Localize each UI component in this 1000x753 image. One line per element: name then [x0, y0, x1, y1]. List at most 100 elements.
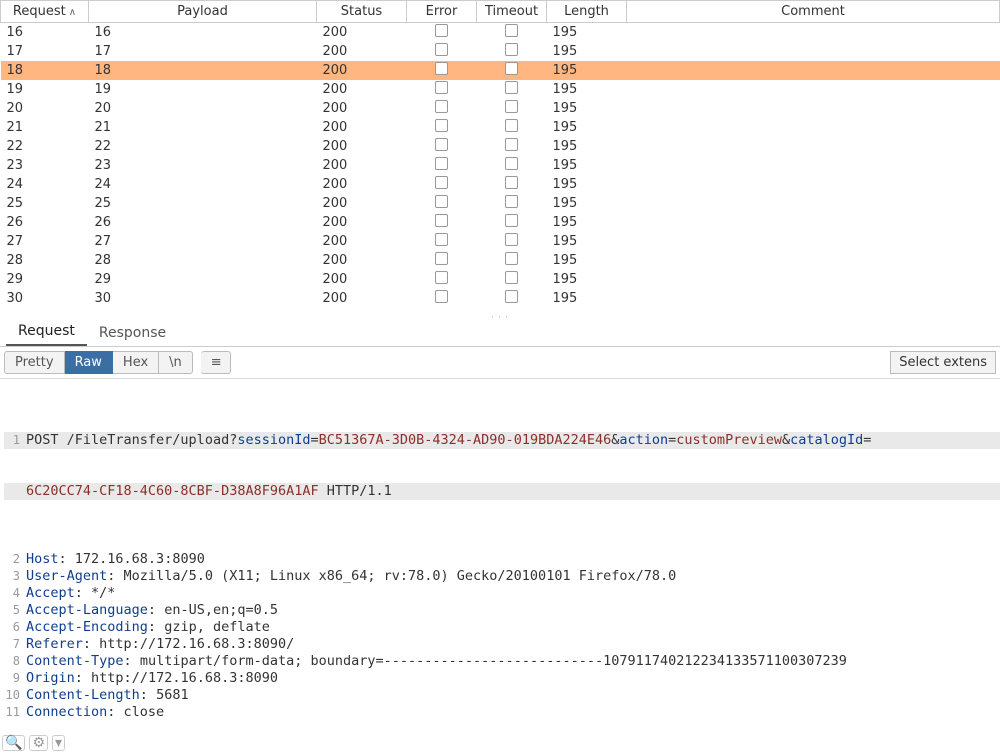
cell-timeout	[477, 270, 547, 289]
cell-request: 19	[1, 80, 89, 99]
checkbox-icon	[435, 176, 448, 189]
checkbox-icon	[505, 271, 518, 284]
cell-comment[interactable]	[627, 99, 1000, 118]
col-header-payload[interactable]: Payload	[89, 1, 317, 23]
cell-comment[interactable]	[627, 232, 1000, 251]
checkbox-icon	[435, 157, 448, 170]
chevron-icon[interactable]: ▾	[52, 735, 65, 751]
cell-status: 200	[317, 289, 407, 308]
http-header-name: Referer	[26, 636, 83, 652]
view-mode-newlines[interactable]: \n	[159, 351, 193, 374]
cell-status: 200	[317, 137, 407, 156]
cell-length: 195	[547, 213, 627, 232]
cell-error	[407, 270, 477, 289]
cell-status: 200	[317, 80, 407, 99]
table-row[interactable]: 1919200195	[1, 80, 1000, 99]
http-header-name: Accept-Encoding	[26, 619, 148, 635]
http-header-value: http://172.16.68.3:8090/	[91, 636, 294, 652]
col-header-error[interactable]: Error	[407, 1, 477, 23]
cell-status: 200	[317, 99, 407, 118]
cell-timeout	[477, 61, 547, 80]
http-header-name: Accept-Language	[26, 602, 148, 618]
cell-status: 200	[317, 194, 407, 213]
cell-status: 200	[317, 175, 407, 194]
checkbox-icon	[435, 62, 448, 75]
table-row[interactable]: 2121200195	[1, 118, 1000, 137]
cell-status: 200	[317, 61, 407, 80]
cell-timeout	[477, 80, 547, 99]
checkbox-icon	[505, 157, 518, 170]
gear-icon[interactable]: ⚙	[29, 735, 48, 751]
cell-error	[407, 137, 477, 156]
cell-length: 195	[547, 61, 627, 80]
table-row[interactable]: 2424200195	[1, 175, 1000, 194]
col-header-status[interactable]: Status	[317, 1, 407, 23]
col-header-request[interactable]: Request∧	[1, 1, 89, 23]
view-options-menu[interactable]: ≡	[201, 351, 231, 374]
cell-error	[407, 156, 477, 175]
cell-payload: 20	[89, 99, 317, 118]
table-header-row: Request∧ Payload Status Error Timeout Le…	[1, 1, 1000, 23]
cell-comment[interactable]	[627, 137, 1000, 156]
search-icon[interactable]: 🔍	[2, 735, 25, 751]
http-header-value: */*	[83, 585, 116, 601]
cell-comment[interactable]	[627, 23, 1000, 43]
tab-response[interactable]: Response	[87, 320, 178, 346]
cell-comment[interactable]	[627, 118, 1000, 137]
view-toolbar: Pretty Raw Hex \n ≡ Select extens	[0, 347, 1000, 379]
cell-comment[interactable]	[627, 80, 1000, 99]
col-header-length[interactable]: Length	[547, 1, 627, 23]
cell-error	[407, 42, 477, 61]
tab-request[interactable]: Request	[6, 318, 87, 346]
cell-timeout	[477, 194, 547, 213]
view-mode-raw[interactable]: Raw	[65, 351, 113, 374]
table-row[interactable]: 1818200195	[1, 61, 1000, 80]
view-mode-hex[interactable]: Hex	[113, 351, 159, 374]
cell-length: 195	[547, 80, 627, 99]
cell-request: 23	[1, 156, 89, 175]
cell-comment[interactable]	[627, 251, 1000, 270]
col-header-timeout[interactable]: Timeout	[477, 1, 547, 23]
table-row[interactable]: 2020200195	[1, 99, 1000, 118]
cell-comment[interactable]	[627, 175, 1000, 194]
table-row[interactable]: 2828200195	[1, 251, 1000, 270]
cell-length: 195	[547, 175, 627, 194]
cell-comment[interactable]	[627, 42, 1000, 61]
checkbox-icon	[505, 176, 518, 189]
table-row[interactable]: 2323200195	[1, 156, 1000, 175]
cell-comment[interactable]	[627, 270, 1000, 289]
cell-comment[interactable]	[627, 213, 1000, 232]
table-row[interactable]: 2727200195	[1, 232, 1000, 251]
cell-request: 17	[1, 42, 89, 61]
view-mode-pretty[interactable]: Pretty	[4, 351, 65, 374]
table-row[interactable]: 2525200195	[1, 194, 1000, 213]
checkbox-icon	[435, 290, 448, 303]
cell-payload: 19	[89, 80, 317, 99]
cell-payload: 23	[89, 156, 317, 175]
table-row[interactable]: 2929200195	[1, 270, 1000, 289]
checkbox-icon	[505, 195, 518, 208]
cell-payload: 30	[89, 289, 317, 308]
cell-error	[407, 61, 477, 80]
cell-status: 200	[317, 42, 407, 61]
cell-comment[interactable]	[627, 289, 1000, 308]
cell-payload: 29	[89, 270, 317, 289]
cell-timeout	[477, 23, 547, 43]
cell-comment[interactable]	[627, 156, 1000, 175]
table-row[interactable]: 3030200195	[1, 289, 1000, 308]
table-row[interactable]: 2222200195	[1, 137, 1000, 156]
col-header-comment[interactable]: Comment	[627, 1, 1000, 23]
cell-comment[interactable]	[627, 194, 1000, 213]
http-header-value: en-US,en;q=0.5	[156, 602, 278, 618]
table-row[interactable]: 2626200195	[1, 213, 1000, 232]
raw-request-view[interactable]: 1POST /FileTransfer/upload?sessionId=BC5…	[0, 379, 1000, 753]
table-row[interactable]: 1616200195	[1, 23, 1000, 43]
cell-payload: 22	[89, 137, 317, 156]
table-row[interactable]: 1717200195	[1, 42, 1000, 61]
cell-status: 200	[317, 251, 407, 270]
cell-comment[interactable]	[627, 61, 1000, 80]
select-extension-button[interactable]: Select extens	[890, 351, 996, 374]
cell-timeout	[477, 289, 547, 308]
cell-length: 195	[547, 137, 627, 156]
cell-error	[407, 99, 477, 118]
